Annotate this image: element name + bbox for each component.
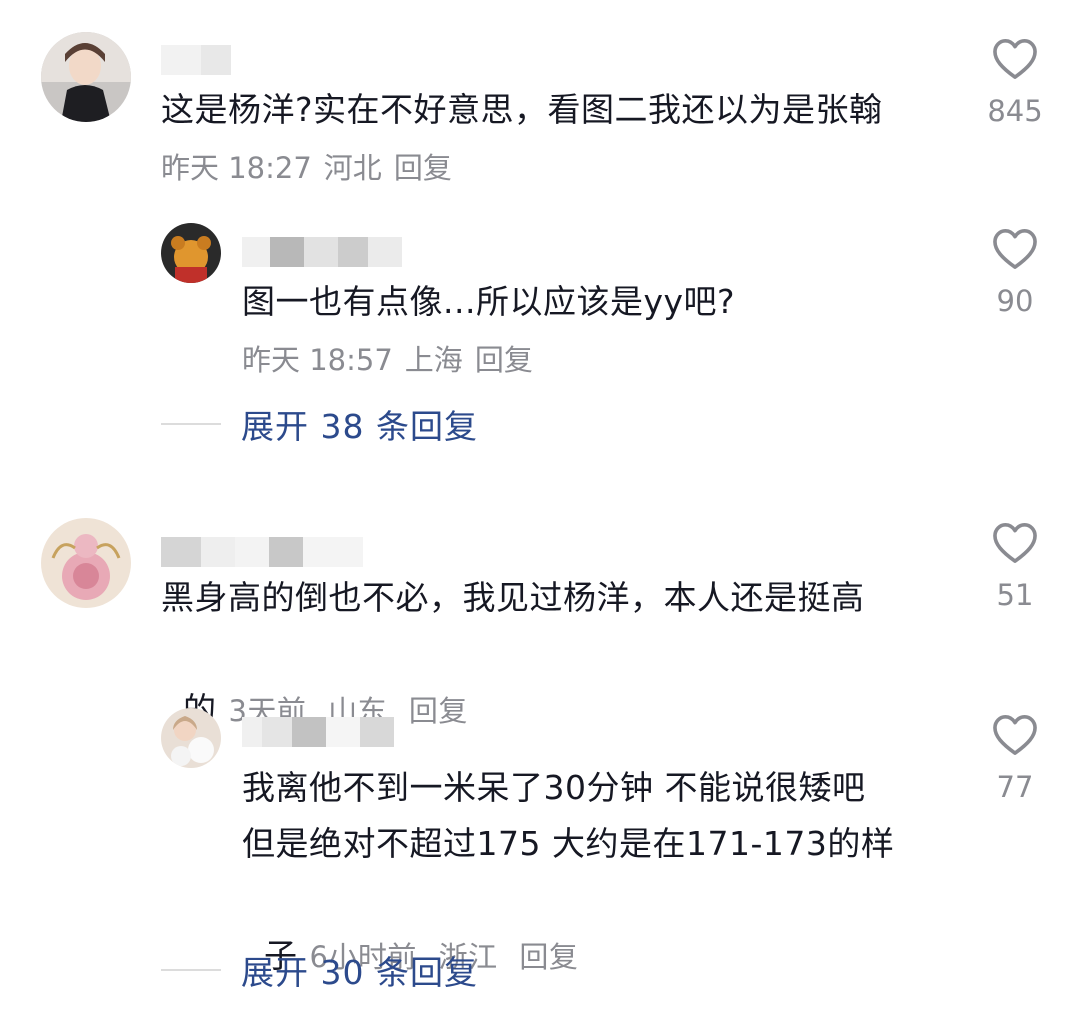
- reply-text: 图一也有点像...所以应该是yy吧?: [242, 282, 736, 321]
- divider: [161, 969, 221, 971]
- avatar[interactable]: [161, 708, 221, 768]
- comment-text: 这是杨洋?实在不好意思，看图二我还以为是张翰: [161, 90, 883, 129]
- avatar[interactable]: [41, 518, 131, 608]
- heart-outline-icon: [993, 229, 1037, 269]
- heart-outline-icon: [993, 523, 1037, 563]
- username[interactable]: [161, 40, 231, 80]
- like-count: 845: [987, 94, 1043, 128]
- reply-button[interactable]: 回复: [409, 694, 468, 728]
- reply-time: 昨天 18:57: [242, 343, 393, 377]
- username[interactable]: [242, 712, 394, 752]
- comment-time: 昨天 18:27: [161, 151, 312, 185]
- reply-location: 上海: [404, 343, 463, 377]
- like-count: 51: [996, 578, 1034, 612]
- reply-button[interactable]: 回复: [475, 343, 533, 377]
- reply-button[interactable]: 回复: [519, 940, 578, 974]
- reply-button[interactable]: 回复: [394, 151, 452, 185]
- expand-replies-label[interactable]: 展开 38 条回复: [241, 400, 478, 448]
- reply-meta: 昨天 18:57 上海 回复: [242, 332, 545, 388]
- reply-text-line: 我离他不到一米呆了30分钟 不能说很矮吧: [242, 768, 866, 807]
- like-button[interactable]: 845: [975, 38, 1055, 128]
- comment-text: 黑身高的倒也不必，我见过杨洋，本人还是挺高: [161, 578, 865, 617]
- avatar[interactable]: [161, 223, 221, 283]
- reply-text-line: 但是绝对不超过175 大约是在171-173的样: [242, 824, 895, 863]
- expand-replies[interactable]: 展开 38 条回复: [161, 400, 478, 448]
- like-count: 90: [996, 284, 1034, 318]
- like-button[interactable]: 77: [975, 714, 1055, 804]
- username[interactable]: [242, 232, 402, 272]
- username[interactable]: [161, 532, 363, 572]
- heart-outline-icon: [993, 39, 1037, 79]
- comment-meta: 昨天 18:27 河北 回复: [161, 140, 464, 196]
- like-count: 77: [996, 770, 1034, 804]
- like-button[interactable]: 51: [975, 522, 1055, 612]
- divider: [161, 423, 221, 425]
- expand-replies[interactable]: 展开 30 条回复: [161, 946, 478, 994]
- heart-outline-icon: [993, 715, 1037, 755]
- avatar[interactable]: [41, 32, 131, 122]
- like-button[interactable]: 90: [975, 228, 1055, 318]
- expand-replies-label[interactable]: 展开 30 条回复: [241, 946, 478, 994]
- comment-location: 河北: [323, 151, 382, 185]
